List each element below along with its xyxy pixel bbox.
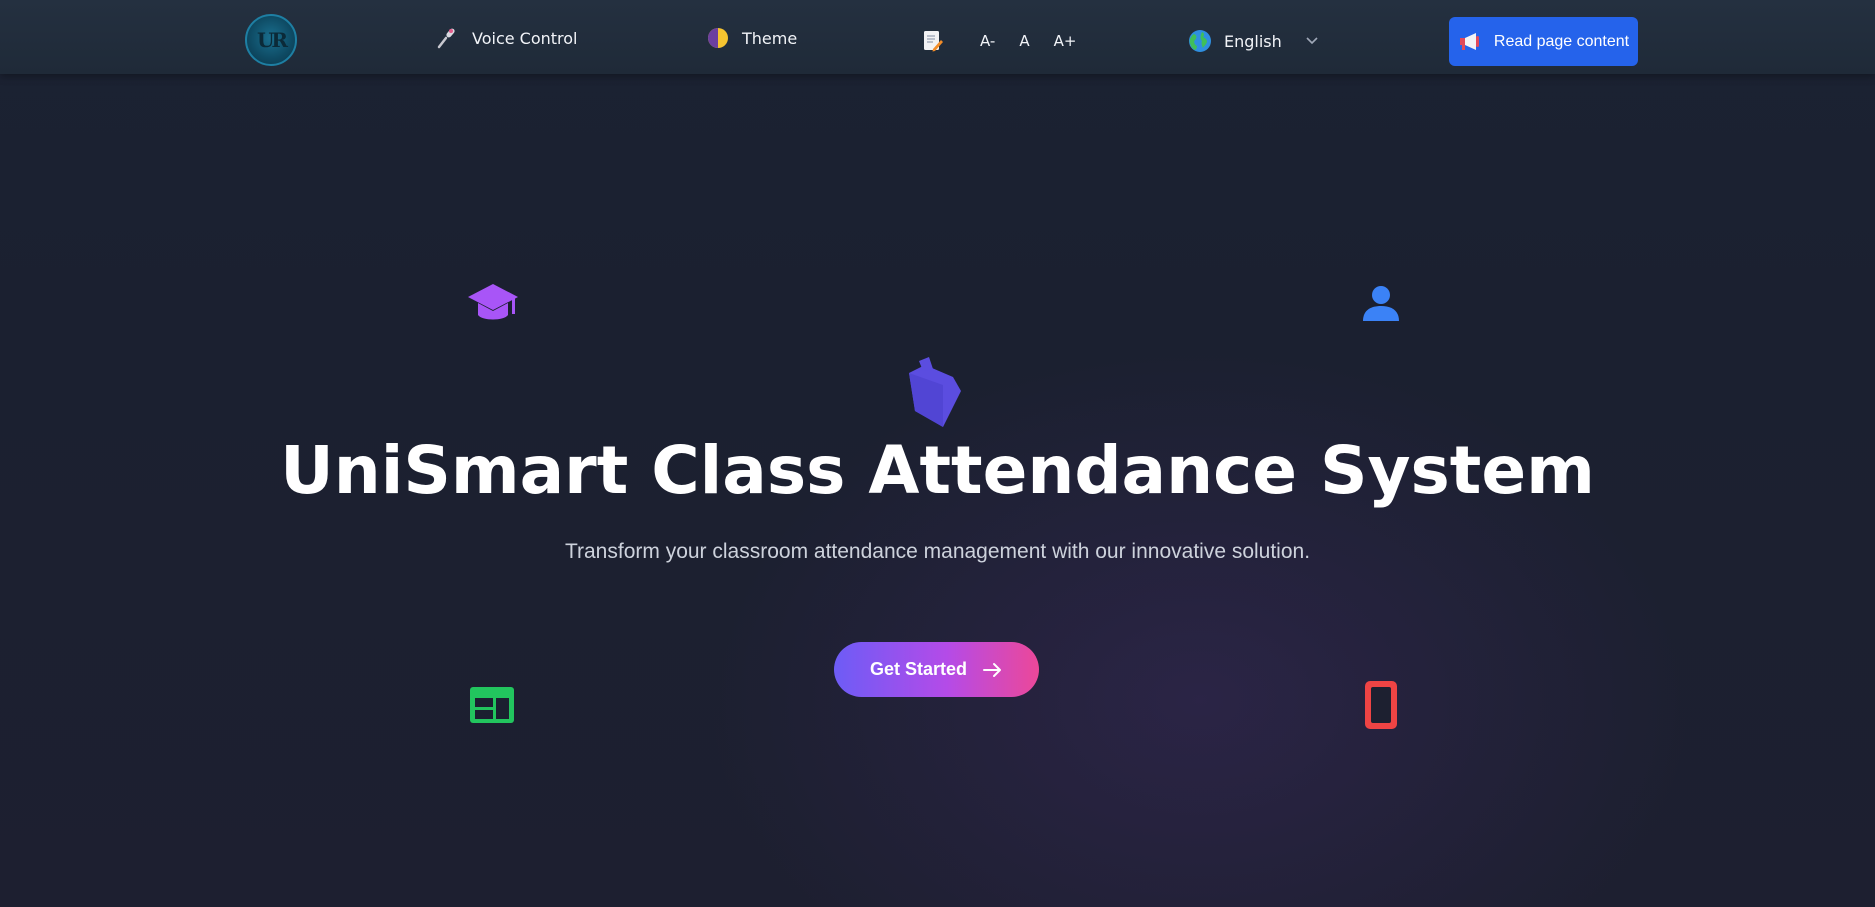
document-edit-icon xyxy=(922,29,944,53)
get-started-button[interactable]: Get Started xyxy=(834,642,1039,697)
font-decrease-button[interactable]: A- xyxy=(980,32,995,50)
font-size-controls: A- A A+ xyxy=(922,29,1076,53)
megaphone-icon xyxy=(1458,31,1482,53)
globe-icon xyxy=(1188,29,1212,53)
cube-icon xyxy=(903,357,965,433)
font-reset-button[interactable]: A xyxy=(1019,32,1029,50)
logo-monogram: UR xyxy=(256,28,288,52)
site-logo[interactable]: UR xyxy=(245,14,297,66)
arrow-right-icon xyxy=(983,662,1003,678)
theme-label: Theme xyxy=(742,28,798,48)
microphone-icon xyxy=(436,26,460,50)
voice-control-button[interactable]: Voice Control xyxy=(436,26,578,50)
voice-control-label: Voice Control xyxy=(472,28,578,48)
theme-toggle-button[interactable]: Theme xyxy=(706,26,797,50)
user-icon xyxy=(1361,283,1401,327)
get-started-label: Get Started xyxy=(869,659,968,679)
language-selected-value: English xyxy=(1224,31,1282,51)
chevron-down-icon xyxy=(1306,34,1318,48)
graduation-cap-icon xyxy=(467,282,519,330)
hero-subtitle: Transform your classroom attendance mana… xyxy=(564,540,1311,563)
mobile-phone-icon xyxy=(1364,680,1398,734)
language-select[interactable]: English xyxy=(1188,29,1318,53)
id-card-icon xyxy=(469,686,515,728)
read-page-content-button[interactable]: Read page content xyxy=(1449,17,1638,66)
hero-title: UniSmart Class Attendance System xyxy=(280,432,1595,509)
font-increase-button[interactable]: A+ xyxy=(1054,32,1077,50)
theme-toggle-icon xyxy=(706,26,730,50)
top-navigation-bar: UR Voice Control Theme A- A A+ English R… xyxy=(0,0,1875,74)
read-page-content-label: Read page content xyxy=(1493,32,1630,50)
